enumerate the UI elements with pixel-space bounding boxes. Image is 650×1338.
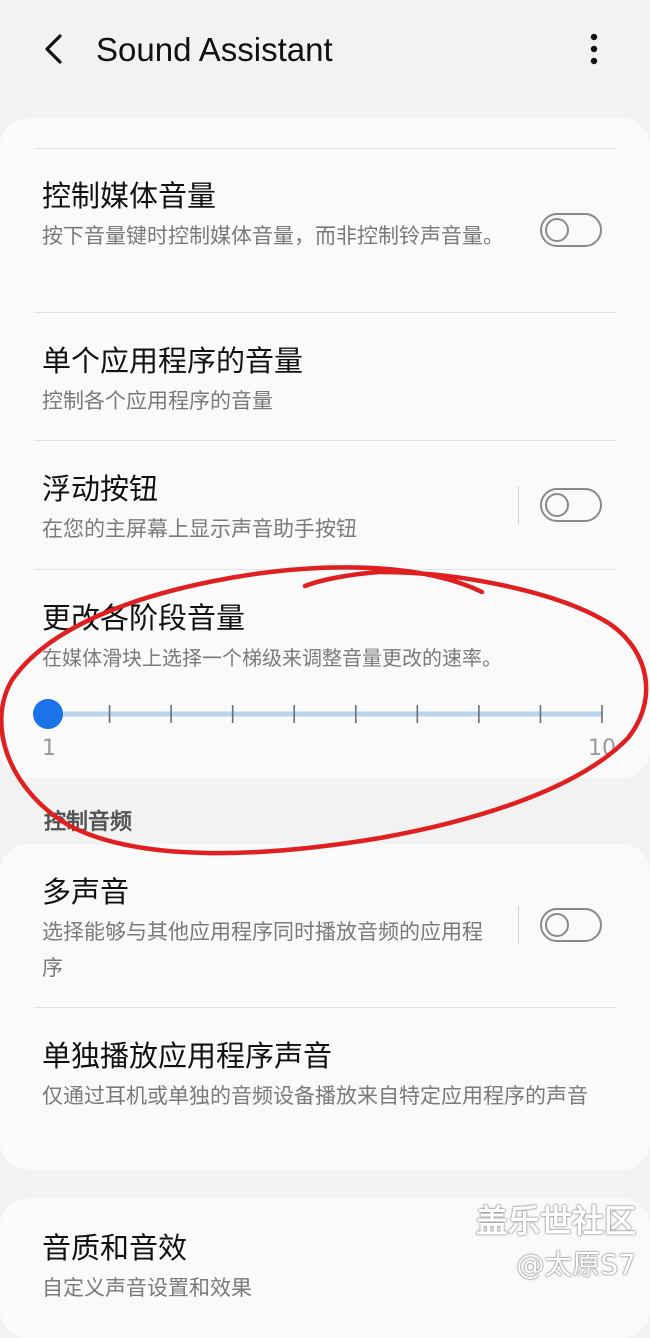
vertical-separator	[518, 486, 519, 524]
section-header-audio-control: 控制音频	[44, 810, 133, 835]
divider	[34, 1007, 616, 1008]
page-title: Sound Assistant	[96, 31, 333, 68]
slider-min-label: 1	[42, 736, 56, 761]
app-bar: Sound Assistant	[0, 0, 650, 100]
watermark-user: @太原S7	[516, 1248, 636, 1281]
row-subtitle: 仅通过耳机或单独的音频设备播放来自特定应用程序的声音	[42, 1084, 588, 1108]
row-title: 多声音	[42, 875, 130, 909]
more-options-button[interactable]	[574, 24, 614, 76]
row-per-app-volume[interactable]: 单个应用程序的音量 控制各个应用程序的音量	[42, 341, 608, 419]
row-subtitle: 控制各个应用程序的音量	[42, 389, 273, 413]
divider	[34, 148, 616, 149]
row-floating-button[interactable]: 浮动按钮 在您的主屏幕上显示声音助手按钮	[42, 469, 608, 547]
row-subtitle: 在媒体滑块上选择一个梯级来调整音量更改的速率。	[42, 646, 502, 670]
row-title: 单个应用程序的音量	[42, 344, 304, 378]
row-title: 浮动按钮	[42, 472, 159, 506]
vertical-separator	[518, 906, 519, 944]
toggle-floating-button[interactable]	[540, 488, 602, 522]
row-subtitle: 按下音量键时控制媒体音量，而非控制铃声音量。	[42, 224, 504, 248]
slider-thumb[interactable]	[33, 699, 63, 729]
row-volume-step: 更改各阶段音量 在媒体滑块上选择一个梯级来调整音量更改的速率。	[42, 598, 608, 676]
settings-card-audio: 多声音 选择能够与其他应用程序同时播放音频的应用程序 单独播放应用程序声音 仅通…	[0, 844, 650, 1170]
toggle-knob	[545, 913, 569, 937]
row-title: 更改各阶段音量	[42, 601, 246, 635]
divider	[34, 312, 616, 313]
more-vert-icon	[590, 33, 598, 65]
back-button[interactable]	[34, 24, 78, 76]
back-arrow-icon	[45, 34, 62, 64]
row-separate-app-sound[interactable]: 单独播放应用程序声音 仅通过耳机或单独的音频设备播放来自特定应用程序的声音	[42, 1036, 608, 1114]
volume-step-slider[interactable]	[0, 678, 650, 768]
toggle-multi-sound[interactable]	[540, 908, 602, 942]
slider-max-label: 10	[588, 736, 616, 761]
row-multi-sound[interactable]: 多声音 选择能够与其他应用程序同时播放音频的应用程序	[42, 872, 608, 986]
toggle-knob	[545, 493, 569, 517]
settings-card-volume: 控制媒体音量 按下音量键时控制媒体音量，而非控制铃声音量。 单个应用程序的音量 …	[0, 118, 650, 778]
row-title: 单独播放应用程序声音	[42, 1039, 333, 1073]
divider	[34, 569, 616, 570]
watermark-community: 盖乐世社区	[475, 1202, 636, 1240]
toggle-knob	[545, 218, 569, 242]
row-control-media-volume[interactable]: 控制媒体音量 按下音量键时控制媒体音量，而非控制铃声音量。	[42, 176, 608, 254]
row-subtitle: 在您的主屏幕上显示声音助手按钮	[42, 517, 357, 541]
row-title: 控制媒体音量	[42, 179, 217, 213]
row-subtitle: 选择能够与其他应用程序同时播放音频的应用程序	[42, 920, 483, 980]
toggle-control-media-volume[interactable]	[540, 213, 602, 247]
divider	[34, 440, 616, 441]
